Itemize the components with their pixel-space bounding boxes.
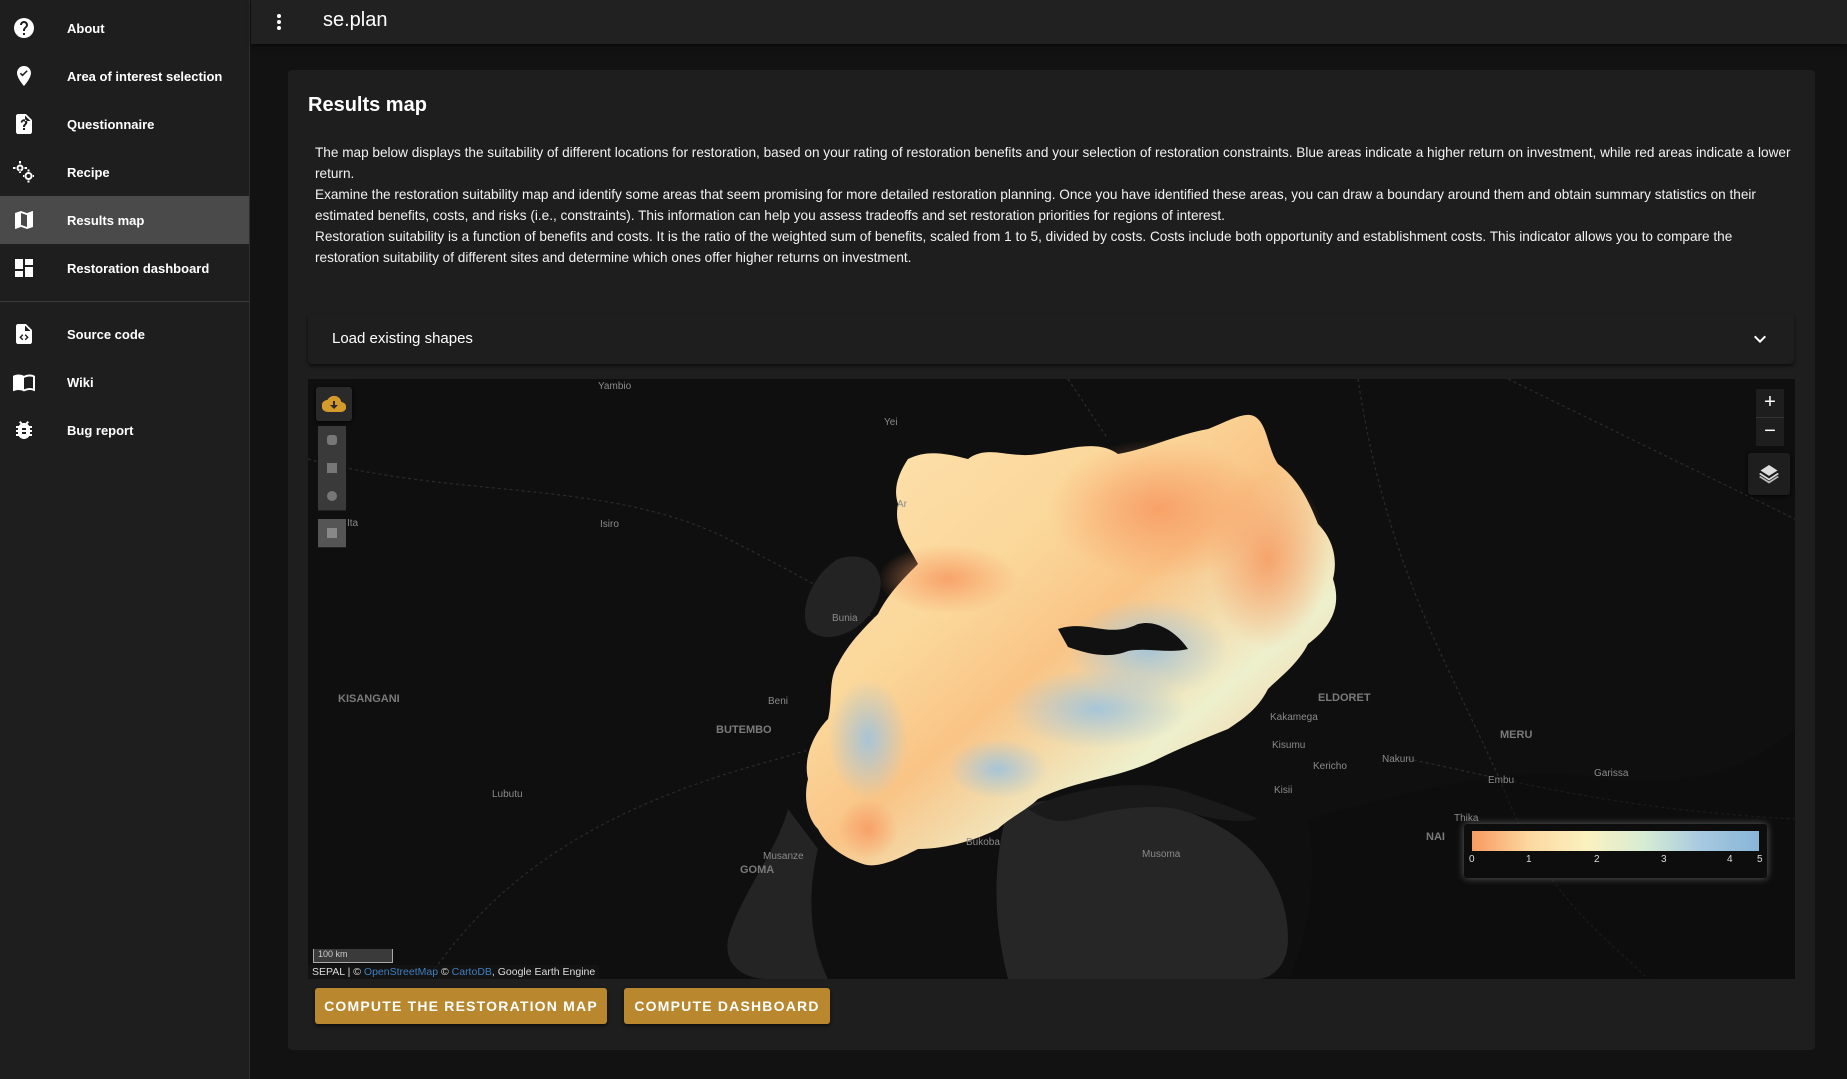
top-app-bar: se.plan <box>251 0 1847 44</box>
zoom-out-button[interactable]: − <box>1756 418 1784 446</box>
sidebar-item-label: Restoration dashboard <box>67 260 210 276</box>
sidebar-item-label: Source code <box>67 326 146 342</box>
city-label: NAI <box>1426 831 1445 843</box>
sidebar: About Area of interest selection Questio… <box>0 0 250 1079</box>
layers-button[interactable] <box>1748 453 1790 495</box>
city-label: Bunia <box>832 613 858 624</box>
map-marker-check-icon <box>12 64 36 88</box>
city-label: Yei <box>884 417 898 428</box>
draw-circle-button[interactable] <box>318 482 346 511</box>
sidebar-item-label: Bug report <box>67 422 134 438</box>
description: The map below displays the suitability o… <box>315 142 1795 268</box>
sidebar-item-label: Area of interest selection <box>67 68 223 84</box>
results-map[interactable]: Yambio Yei Isiro Bunia KISANGANI BUTEMBO… <box>308 379 1795 979</box>
sidebar-item-dashboard[interactable]: Restoration dashboard <box>0 244 249 292</box>
city-label: GOMA <box>740 864 775 876</box>
legend-tick: 5 <box>1757 854 1763 865</box>
page-title: Results map <box>308 94 427 116</box>
city-label: Ita <box>347 518 359 529</box>
sidebar-item-source-code[interactable]: Source code <box>0 310 249 358</box>
cartodb-link[interactable]: CartoDB <box>452 966 492 978</box>
city-label: Kisii <box>1274 785 1293 796</box>
sidebar-item-questionnaire[interactable]: Questionnaire <box>0 100 249 148</box>
help-circle-icon <box>12 16 36 40</box>
city-label: BUTEMBO <box>716 724 772 736</box>
sidebar-item-label: Recipe <box>67 164 110 180</box>
legend-tick: 1 <box>1526 854 1532 865</box>
cogs-icon <box>12 160 36 184</box>
map-legend: 0 1 2 3 4 5 <box>1464 824 1767 878</box>
map-attribution: SEPAL | © OpenStreetMap © CartoDB, Googl… <box>308 965 600 979</box>
file-code-icon <box>12 322 36 346</box>
city-label: Lubutu <box>492 789 523 800</box>
sidebar-item-label: Results map <box>67 212 145 228</box>
city-label: Kisumu <box>1272 740 1306 751</box>
sidebar-divider <box>0 301 249 302</box>
sidebar-item-label: About <box>67 20 105 36</box>
city-label: Kericho <box>1313 761 1347 772</box>
attribution-suffix: , Google Earth Engine <box>491 966 596 978</box>
legend-color-bar <box>1472 831 1759 851</box>
app-title: se.plan <box>323 9 388 31</box>
draw-rectangle-button[interactable] <box>318 454 346 483</box>
delete-shape-button[interactable] <box>318 519 346 548</box>
city-label: Thika <box>1454 813 1479 824</box>
sidebar-item-bug-report[interactable]: Bug report <box>0 406 249 454</box>
legend-tick: 4 <box>1727 854 1733 865</box>
city-label: Musoma <box>1142 849 1181 860</box>
description-paragraph: The map below displays the suitability o… <box>315 145 1791 181</box>
cloud-download-icon <box>321 392 347 416</box>
layers-icon <box>1757 462 1781 491</box>
sidebar-item-wiki[interactable]: Wiki <box>0 358 249 406</box>
dashboard-icon <box>12 256 36 280</box>
chevron-down-icon[interactable] <box>1748 327 1772 351</box>
sidebar-item-recipe[interactable]: Recipe <box>0 148 249 196</box>
load-shapes-expansion-panel[interactable]: Load existing shapes <box>308 314 1794 364</box>
scale-bar: 100 km <box>313 949 393 963</box>
city-label: Ar <box>897 499 907 510</box>
description-paragraph: Examine the restoration suitability map … <box>315 187 1756 223</box>
city-label: Yambio <box>598 381 632 392</box>
sidebar-item-label: Questionnaire <box>67 116 155 132</box>
attribution-prefix: SEPAL | © <box>312 966 361 978</box>
city-label: Beni <box>768 696 789 707</box>
city-label: Kakamega <box>1270 712 1318 723</box>
expansion-panel-label: Load existing shapes <box>332 330 473 347</box>
city-label: ELDORET <box>1318 692 1371 704</box>
legend-tick: 0 <box>1469 854 1475 865</box>
sidebar-item-about[interactable]: About <box>0 4 249 52</box>
legend-tick: 3 <box>1661 854 1667 865</box>
city-label: Nakuru <box>1382 754 1415 765</box>
city-label: Isiro <box>600 519 619 530</box>
map-canvas[interactable] <box>308 379 1795 979</box>
city-label: Embu <box>1488 775 1515 786</box>
compute-dashboard-button[interactable]: COMPUTE DASHBOARD <box>624 988 830 1024</box>
book-open-icon <box>12 370 36 394</box>
compute-restoration-map-button[interactable]: COMPUTE THE RESTORATION MAP <box>315 988 607 1024</box>
city-label: Musanze <box>763 851 804 862</box>
attribution-separator: © <box>440 966 449 978</box>
file-question-icon <box>12 112 36 136</box>
sidebar-item-results-map[interactable]: Results map <box>0 196 249 244</box>
download-button[interactable] <box>316 387 352 421</box>
results-card: Results map The map below displays the s… <box>288 70 1815 1050</box>
city-label: KISANGANI <box>338 693 400 705</box>
lake-victoria <box>996 797 1288 979</box>
sidebar-item-label: Wiki <box>67 374 94 390</box>
sidebar-item-aoi[interactable]: Area of interest selection <box>0 52 249 100</box>
openstreetmap-link[interactable]: OpenStreetMap <box>364 966 438 978</box>
city-label: MERU <box>1500 729 1533 741</box>
bug-icon <box>12 418 36 442</box>
legend-tick: 2 <box>1594 854 1600 865</box>
city-label: Garissa <box>1594 768 1629 779</box>
description-paragraph: Restoration suitability is a function of… <box>315 229 1733 265</box>
city-label: Bukoba <box>966 837 1000 848</box>
zoom-in-button[interactable]: + <box>1756 389 1784 418</box>
draw-polygon-button[interactable] <box>318 426 346 455</box>
more-vert-icon[interactable] <box>269 10 289 34</box>
map-icon <box>12 208 36 232</box>
lake-kivu <box>727 809 828 979</box>
